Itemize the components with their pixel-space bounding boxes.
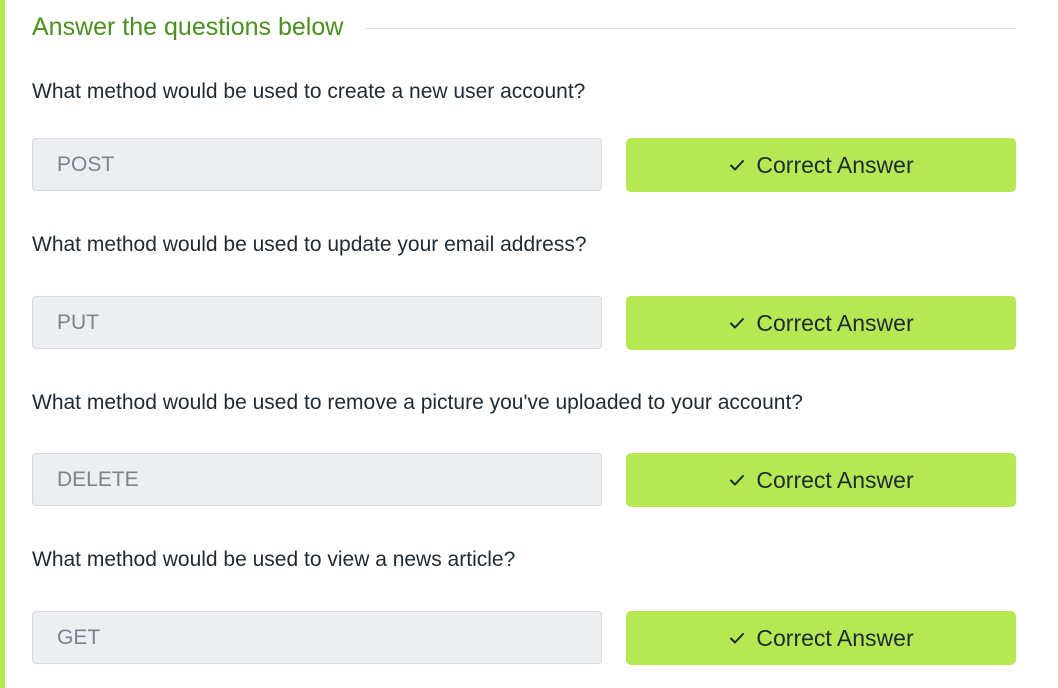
check-icon: [728, 156, 746, 174]
section-title: Answer the questions below: [32, 12, 344, 41]
answer-input[interactable]: [32, 611, 602, 664]
header-divider: [365, 27, 1016, 29]
question-text: What method would be used to remove a pi…: [32, 391, 803, 414]
correct-answer-button[interactable]: Correct Answer: [626, 611, 1016, 665]
question-text: What method would be used to view a news…: [32, 548, 516, 571]
button-label: Correct Answer: [756, 151, 914, 178]
correct-answer-button[interactable]: Correct Answer: [626, 296, 1016, 350]
questions-panel: Answer the questions below What method w…: [0, 0, 1058, 688]
check-icon: [728, 629, 746, 647]
answer-input[interactable]: [32, 453, 602, 506]
check-icon: [728, 314, 746, 332]
button-label: Correct Answer: [756, 309, 914, 336]
question-text: What method would be used to create a ne…: [32, 80, 586, 103]
accent-bar: [0, 0, 5, 688]
check-icon: [728, 471, 746, 489]
correct-answer-button[interactable]: Correct Answer: [626, 453, 1016, 507]
correct-answer-button[interactable]: Correct Answer: [626, 138, 1016, 192]
button-label: Correct Answer: [756, 624, 914, 651]
question-text: What method would be used to update your…: [32, 233, 587, 256]
button-label: Correct Answer: [756, 466, 914, 493]
answer-input[interactable]: [32, 138, 602, 191]
answer-input[interactable]: [32, 296, 602, 349]
section-header: Answer the questions below: [32, 10, 1016, 44]
